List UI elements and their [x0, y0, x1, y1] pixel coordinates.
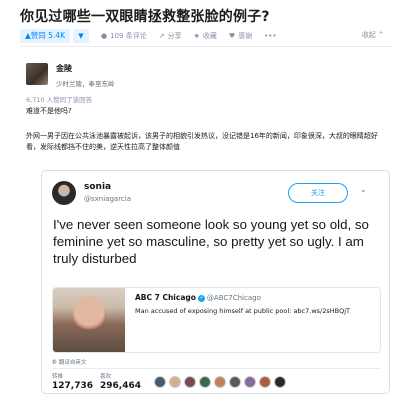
thanks-label: 感谢: [238, 31, 253, 40]
comments-button[interactable]: ● 109 条评论: [101, 31, 147, 41]
avatar[interactable]: [26, 63, 48, 85]
share-label: 分享: [167, 31, 182, 40]
favorite-button[interactable]: ★ 收藏: [194, 31, 217, 41]
translate-label: 翻译自英文: [58, 360, 87, 366]
liker-avatar[interactable]: [184, 376, 196, 388]
tweet-avatar[interactable]: [52, 181, 76, 205]
liker-avatars: [154, 376, 289, 388]
chevron-down-icon[interactable]: ⌄: [360, 185, 367, 194]
collapse-button[interactable]: 收起 ^: [362, 30, 384, 40]
likes-stat[interactable]: 喜欢 296,464: [100, 372, 141, 391]
author-block: 金陵 少时兰陵，奉至东岭: [26, 63, 115, 88]
quoted-handle: @ABC7Chicago: [206, 294, 261, 302]
vote-count[interactable]: 6,710 人赞同了该回答: [26, 94, 92, 104]
more-button[interactable]: •••: [264, 32, 279, 40]
favorite-label: 收藏: [202, 31, 217, 40]
liker-avatar[interactable]: [259, 376, 271, 388]
translate-link[interactable]: ◍ 翻译自英文: [52, 358, 86, 366]
quoted-tweet[interactable]: ABC 7 Chicago ✓ @ABC7Chicago Man accused o…: [52, 287, 381, 353]
star-icon: ★: [193, 31, 200, 40]
liker-avatar[interactable]: [244, 376, 256, 388]
liker-avatar[interactable]: [154, 376, 166, 388]
share-icon: ↗: [158, 31, 165, 40]
upvote-button[interactable]: ▲赞同 5.4K: [20, 28, 70, 43]
quoted-text: Man accused of exposing himself at publi…: [135, 307, 350, 315]
likes-count: 296,464: [100, 381, 141, 391]
quoted-header: ABC 7 Chicago ✓ @ABC7Chicago: [135, 293, 261, 302]
embedded-tweet: sonia @sxniagarcia 关注 ⌄ I've never seen …: [41, 170, 390, 394]
retweets-stat[interactable]: 转推 127,736: [52, 372, 93, 391]
follow-button[interactable]: 关注: [288, 183, 348, 203]
author-bio: 少时兰陵，奉至东岭: [56, 80, 115, 88]
tweet-name[interactable]: sonia: [84, 182, 111, 192]
quoted-photo-face: [73, 296, 105, 332]
answer-line2: 外网一男子因在公共泳池暴露被起诉，该男子的相貌引发热议，没记错是16年的新闻，印…: [26, 132, 378, 151]
likes-label: 喜欢: [100, 374, 112, 380]
liker-avatar[interactable]: [199, 376, 211, 388]
author-name[interactable]: 金陵: [56, 63, 115, 74]
comments-label: 109 条评论: [110, 31, 147, 40]
author-info: 金陵 少时兰陵，奉至东岭: [56, 63, 115, 88]
downvote-button[interactable]: ▼: [73, 28, 89, 43]
liker-avatar[interactable]: [274, 376, 286, 388]
tweet-text: I've never seen someone look so young ye…: [53, 217, 369, 266]
retweets-label: 转推: [52, 374, 64, 380]
answer-line1: 难道不是他吗?: [26, 107, 72, 115]
liker-avatar[interactable]: [169, 376, 181, 388]
globe-icon: ◍: [52, 359, 57, 365]
liker-avatar[interactable]: [214, 376, 226, 388]
more-icon: •••: [264, 31, 277, 40]
tweet-divider: [52, 368, 381, 369]
liker-avatar[interactable]: [229, 376, 241, 388]
tweet-handle[interactable]: @sxniagarcia: [84, 195, 131, 203]
comment-icon: ●: [101, 31, 108, 40]
action-bar: ▲赞同 5.4K ▼ ● 109 条评论 ↗ 分享 ★ 收藏 ♥ 感谢 ••• 收起 ^: [20, 27, 392, 44]
share-button[interactable]: ↗ 分享: [159, 31, 182, 41]
retweets-count: 127,736: [52, 381, 93, 391]
quoted-name: ABC 7 Chicago: [135, 293, 196, 302]
thanks-button[interactable]: ♥ 感谢: [229, 31, 252, 41]
divider: [20, 46, 392, 47]
quoted-photo: [53, 288, 125, 352]
question-title: 你见过哪些一双眼睛拯救整张脸的例子?: [20, 9, 270, 25]
heart-icon: ♥: [228, 31, 236, 40]
verified-icon: ✓: [197, 294, 205, 302]
